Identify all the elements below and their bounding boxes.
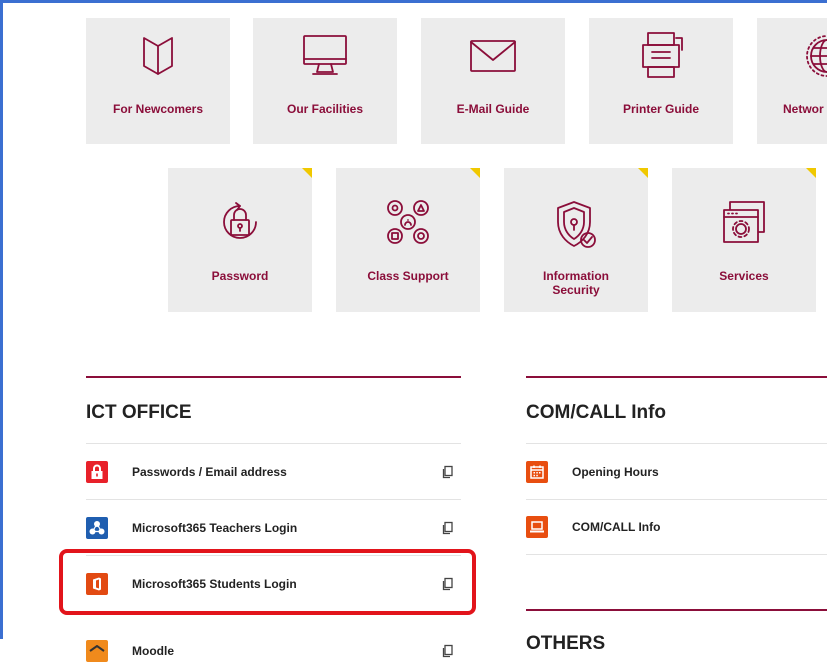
tile-our-facilities[interactable]: Our Facilities [253,18,397,144]
tile-class-support[interactable]: Class Support [336,168,480,312]
ict-item-label: Passwords / Email address [132,464,287,479]
ict-item-teachers-login[interactable]: Microsoft365 Teachers Login [86,499,461,555]
ict-item-moodle[interactable]: Moodle [86,611,461,667]
ict-item-passwords[interactable]: Passwords / Email address [86,443,461,499]
tile-label: Password [211,269,269,283]
tile-label: Networ [783,102,824,116]
shield-lock-icon [552,198,600,255]
globe-icon [805,34,827,83]
tile-label: For Newcomers [112,102,204,116]
tile-label: Services [719,269,769,283]
com-call-item-label: COM/CALL Info [572,520,661,534]
com-call-item-label: Opening Hours [572,464,659,479]
com-call-item-opening-hours[interactable]: Opening Hours [526,443,827,499]
copy-icon[interactable] [441,465,455,479]
tile-label: Information Security [504,269,648,297]
lock-icon [86,460,108,483]
corner-marker [470,168,480,178]
tile-label-line1: Information [543,269,609,283]
copy-icon[interactable] [441,521,455,535]
tile-for-newcomers[interactable]: For Newcomers [86,18,230,144]
highlight-box [59,549,476,615]
com-call-item-info[interactable]: COM/CALL Info [526,499,827,555]
bookmark-icon [138,32,178,83]
monitor-icon [301,32,349,85]
moodle-icon [86,639,108,662]
corner-marker [302,168,312,178]
tile-email-guide[interactable]: E-Mail Guide [421,18,565,144]
ict-item-label: Moodle [132,643,174,658]
others-rule [526,609,827,611]
tile-password[interactable]: Password [168,168,312,312]
lock-icon [216,198,264,251]
tile-label: Printer Guide [622,102,699,116]
tile-label-line2: Security [552,283,600,297]
ict-office-title: ICT OFFICE [86,402,192,423]
ict-office-rule [86,376,461,378]
printer-icon [638,30,684,85]
tile-printer-guide[interactable]: Printer Guide [589,18,733,144]
com-call-title: COM/CALL Info [526,402,667,423]
tile-information-security[interactable]: Information Security [504,168,648,312]
envelope-icon [468,38,518,79]
gear-window-icon [720,198,768,251]
com-call-rule [526,376,827,378]
others-title: OTHERS [526,633,606,654]
ict-item-label: Microsoft365 Teachers Login [132,520,298,535]
tile-network[interactable]: Networ [757,18,827,144]
tile-services[interactable]: Services [672,168,816,312]
tile-label: Our Facilities [286,102,364,116]
corner-marker [638,168,648,178]
tile-label: Class Support [367,269,449,283]
calendar-icon [526,460,548,483]
network-icon [382,196,434,253]
corner-marker [806,168,816,178]
copy-icon[interactable] [441,644,455,658]
teams-icon [86,516,108,539]
tile-label: E-Mail Guide [456,102,530,116]
laptop-icon [526,516,548,538]
